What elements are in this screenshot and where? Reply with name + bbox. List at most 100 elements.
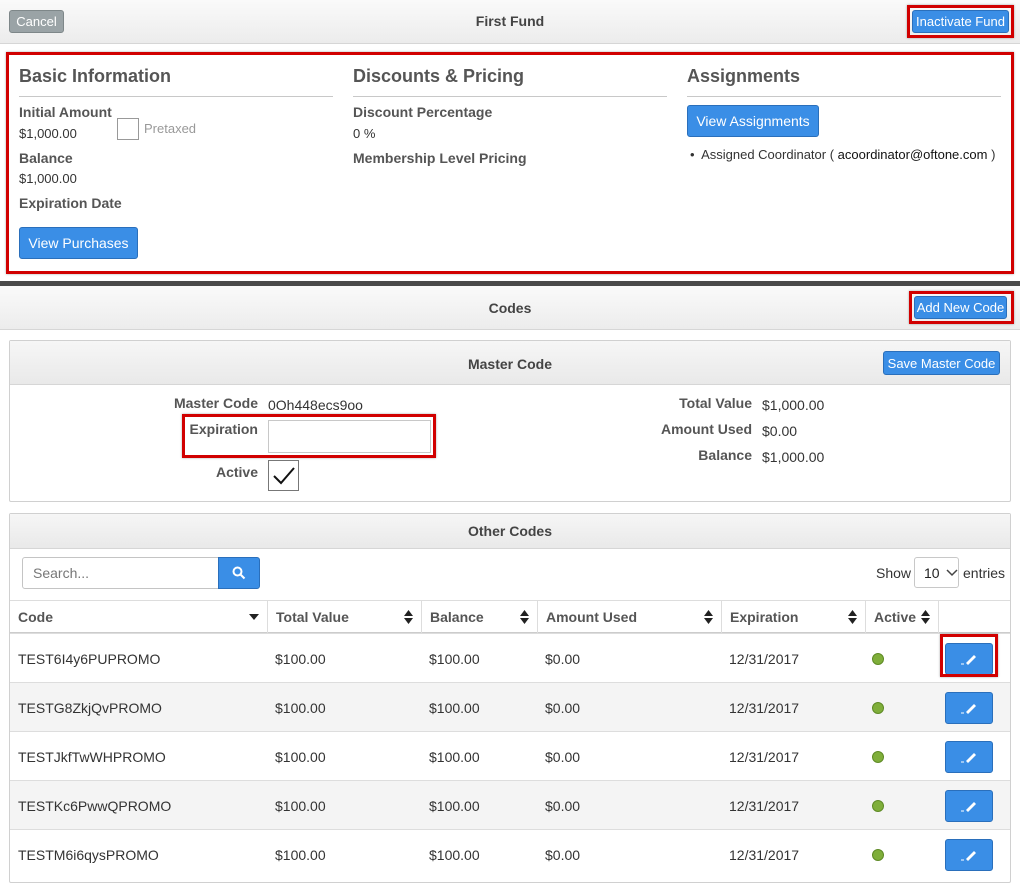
active-cell bbox=[872, 634, 884, 683]
pretaxed-checkbox[interactable] bbox=[117, 118, 139, 140]
actions-cell bbox=[945, 732, 993, 781]
amount-used-label: Amount Used bbox=[661, 421, 752, 437]
pencil-icon bbox=[961, 801, 976, 812]
active-checkbox[interactable] bbox=[268, 460, 299, 491]
total-value-cell: $100.00 bbox=[275, 846, 326, 863]
discounts-divider bbox=[353, 96, 667, 97]
column-header-active[interactable]: Active bbox=[866, 600, 939, 633]
sort-icon bbox=[404, 609, 413, 624]
column-header-label: Active bbox=[874, 608, 917, 625]
active-status-dot bbox=[872, 701, 884, 714]
coordinator-prefix: Assigned Coordinator ( bbox=[701, 147, 835, 162]
active-status-dot bbox=[872, 750, 884, 763]
expiration-label: Expiration bbox=[189, 421, 258, 437]
active-label: Active bbox=[215, 464, 258, 480]
pencil-icon bbox=[961, 752, 976, 763]
expiration-cell: 12/31/2017 bbox=[729, 699, 800, 716]
assignments-heading: Assignments bbox=[687, 66, 801, 86]
balance-label: Balance bbox=[19, 150, 73, 166]
table-row: TEST6I4y6PUPROMO $100.00 $100.00 $0.00 1… bbox=[10, 633, 1010, 682]
coordinator-suffix: ) bbox=[991, 147, 996, 162]
sort-icon bbox=[921, 609, 930, 624]
master-code-title: Master Code bbox=[467, 356, 553, 372]
sort-desc-icon bbox=[249, 613, 259, 620]
codes-title: Codes bbox=[488, 300, 532, 316]
column-header-balance[interactable]: Balance bbox=[422, 600, 538, 633]
assignments-divider bbox=[687, 96, 1001, 97]
expiration-cell: 12/31/2017 bbox=[729, 846, 800, 863]
search-button[interactable] bbox=[218, 557, 260, 589]
pencil-icon bbox=[961, 850, 976, 861]
edit-button[interactable] bbox=[945, 789, 993, 822]
total-value-cell: $100.00 bbox=[275, 699, 326, 716]
column-header-expiration[interactable]: Expiration bbox=[722, 600, 866, 633]
edit-button[interactable] bbox=[945, 740, 993, 773]
active-status-dot bbox=[872, 652, 884, 665]
table-row: TESTG8ZkjQvPROMO $100.00 $100.00 $0.00 1… bbox=[10, 682, 1010, 731]
page-title: First Fund bbox=[475, 13, 545, 29]
amount-used-cell: $0.00 bbox=[545, 650, 581, 667]
total-value-cell: $100.00 bbox=[275, 650, 326, 667]
table-row: TESTJkfTwWHPROMO $100.00 $100.00 $0.00 1… bbox=[10, 731, 1010, 780]
page-size-select[interactable]: 10 bbox=[914, 557, 959, 588]
column-header-label: Balance bbox=[430, 608, 484, 625]
assigned-coordinator-item: • Assigned Coordinator ( acoordinator@of… bbox=[690, 147, 995, 162]
entries-label: entries bbox=[963, 565, 1006, 581]
view-assignments-button[interactable]: View Assignments bbox=[687, 105, 819, 137]
column-header-amount-used[interactable]: Amount Used bbox=[538, 600, 722, 633]
master-balance-label: Balance bbox=[698, 447, 752, 463]
actions-cell bbox=[945, 830, 993, 879]
active-cell bbox=[872, 830, 884, 879]
expiration-cell: 12/31/2017 bbox=[729, 748, 800, 765]
balance-cell: $100.00 bbox=[429, 650, 480, 667]
basic-info-heading: Basic Information bbox=[19, 66, 172, 86]
column-header-label: Amount Used bbox=[546, 608, 637, 625]
balance-cell: $100.00 bbox=[429, 699, 480, 716]
sort-icon bbox=[704, 609, 713, 624]
save-master-code-button[interactable]: Save Master Code bbox=[883, 351, 1000, 375]
active-cell bbox=[872, 683, 884, 732]
code-cell: TESTG8ZkjQvPROMO bbox=[18, 699, 162, 716]
search-input[interactable]: Search... bbox=[22, 557, 219, 589]
column-header-label: Total Value bbox=[276, 608, 349, 625]
expiration-cell: 12/31/2017 bbox=[729, 650, 800, 667]
master-code-value: 0Oh448ecs9oo bbox=[268, 397, 363, 413]
active-cell bbox=[872, 732, 884, 781]
expiration-input[interactable] bbox=[268, 420, 431, 453]
show-label: Show bbox=[876, 565, 912, 581]
total-value-value: $1,000.00 bbox=[762, 397, 825, 413]
discounts-heading: Discounts & Pricing bbox=[353, 66, 525, 86]
edit-button[interactable] bbox=[945, 642, 993, 675]
amount-used-cell: $0.00 bbox=[545, 699, 581, 716]
amount-used-value: $0.00 bbox=[762, 423, 798, 439]
amount-used-cell: $0.00 bbox=[545, 797, 581, 814]
pencil-icon bbox=[961, 654, 976, 665]
inactivate-fund-button[interactable]: Inactivate Fund bbox=[912, 10, 1009, 33]
sort-icon bbox=[848, 609, 857, 624]
search-icon bbox=[232, 566, 246, 580]
amount-used-cell: $0.00 bbox=[545, 846, 581, 863]
membership-pricing-label: Membership Level Pricing bbox=[353, 150, 527, 166]
view-purchases-button[interactable]: View Purchases bbox=[19, 227, 138, 259]
discount-percentage-value: 0 % bbox=[353, 126, 376, 141]
table-row: TESTM6i6qysPROMO $100.00 $100.00 $0.00 1… bbox=[10, 829, 1010, 878]
expiration-cell: 12/31/2017 bbox=[729, 797, 800, 814]
balance-cell: $100.00 bbox=[429, 748, 480, 765]
sort-icon bbox=[520, 609, 529, 624]
master-code-label: Master Code bbox=[173, 395, 258, 411]
actions-cell bbox=[945, 781, 993, 830]
expiration-date-label: Expiration Date bbox=[19, 195, 122, 211]
code-cell: TESTJkfTwWHPROMO bbox=[18, 748, 166, 765]
column-header-label: Expiration bbox=[730, 608, 799, 625]
edit-button[interactable] bbox=[945, 691, 993, 724]
active-status-dot bbox=[872, 848, 884, 861]
coordinator-email[interactable]: acoordinator@oftone.com bbox=[838, 147, 988, 162]
basic-info-divider bbox=[19, 96, 333, 97]
balance-cell: $100.00 bbox=[429, 846, 480, 863]
column-header-code[interactable]: Code bbox=[10, 600, 268, 633]
chevron-down-icon bbox=[946, 568, 958, 576]
add-new-code-button[interactable]: Add New Code bbox=[914, 296, 1007, 319]
column-header-total-value[interactable]: Total Value bbox=[268, 600, 422, 633]
edit-button[interactable] bbox=[945, 838, 993, 871]
other-codes-title: Other Codes bbox=[467, 523, 552, 539]
